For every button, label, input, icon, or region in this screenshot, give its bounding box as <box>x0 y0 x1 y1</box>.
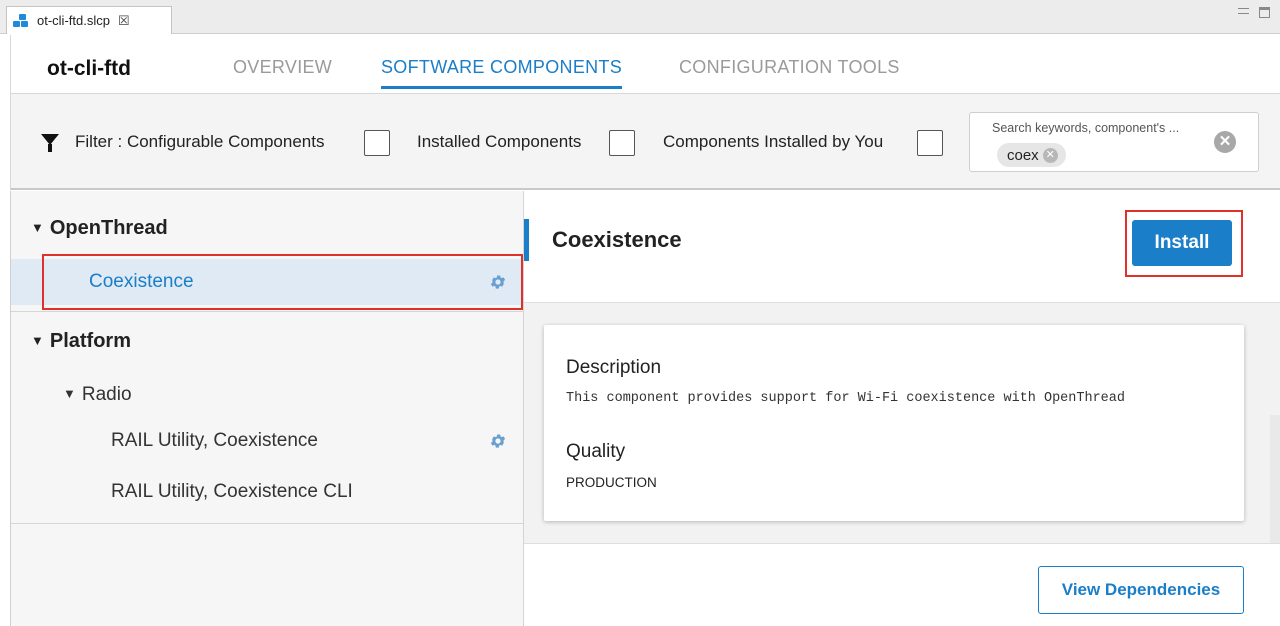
component-title: Coexistence <box>552 227 682 252</box>
tree-item-rail-utility-coexistence-cli[interactable]: RAIL Utility, Coexistence CLI <box>11 469 524 515</box>
configurable-components-checkbox[interactable] <box>364 130 390 156</box>
tree-subcategory-radio[interactable]: ▼ Radio <box>63 384 132 406</box>
tree-item-label: RAIL Utility, Coexistence CLI <box>111 481 353 502</box>
tree-item-rail-utility-coexistence[interactable]: RAIL Utility, Coexistence <box>11 418 524 464</box>
project-title: ot-cli-ftd <box>47 57 131 80</box>
installed-by-you-checkbox[interactable] <box>917 130 943 156</box>
tree-category-label: OpenThread <box>49 217 168 239</box>
search-input[interactable]: Search keywords, component's ... coex ✕ … <box>969 112 1259 172</box>
details-footer: View Dependencies <box>524 543 1280 626</box>
maximize-icon[interactable] <box>1259 7 1270 18</box>
expand-triangle-icon: ▼ <box>63 386 76 401</box>
tree-category-openthread[interactable]: ▼ OpenThread <box>31 217 168 240</box>
editor-tab-bar: ot-cli-ftd.slcp ☒ <box>0 0 1280 34</box>
view-dependencies-button[interactable]: View Dependencies <box>1038 566 1244 614</box>
install-highlight-box <box>1125 210 1243 277</box>
filter-icon-stem <box>48 144 52 152</box>
details-card-area: Description This component provides supp… <box>524 303 1280 626</box>
close-tab-icon[interactable]: ☒ <box>118 13 130 29</box>
installed-components-checkbox[interactable] <box>609 130 635 156</box>
tree-item-label: RAIL Utility, Coexistence <box>111 430 318 451</box>
filter-configurable-label: Filter : Configurable Components <box>75 132 325 151</box>
quality-heading: Quality <box>566 441 626 462</box>
gear-icon[interactable] <box>489 432 507 450</box>
tab-overview[interactable]: OVERVIEW <box>233 57 332 86</box>
editor-tab-slcp[interactable]: ot-cli-ftd.slcp ☒ <box>6 6 172 34</box>
description-heading: Description <box>566 357 662 378</box>
tab-software-components[interactable]: SOFTWARE COMPONENTS <box>381 57 623 89</box>
chip-remove-icon[interactable]: ✕ <box>1042 147 1058 163</box>
installed-components-label: Installed Components <box>417 132 582 151</box>
header-accent-bar <box>524 219 529 261</box>
tree-category-label: Platform <box>49 330 131 352</box>
expand-triangle-icon: ▼ <box>31 333 44 348</box>
component-details-pane: Coexistence Install Description This com… <box>523 191 1280 626</box>
tree-separator <box>11 311 524 312</box>
installed-by-you-label: Components Installed by You <box>663 132 884 151</box>
tree-separator <box>11 523 524 524</box>
search-placeholder: Search keywords, component's ... <box>992 121 1180 135</box>
component-info-card: Description This component provides supp… <box>544 325 1244 521</box>
search-chip: coex ✕ <box>997 143 1066 167</box>
minimize-icon[interactable] <box>1238 8 1249 14</box>
tree-category-platform[interactable]: ▼ Platform <box>31 330 131 353</box>
project-header: ot-cli-ftd OVERVIEW SOFTWARE COMPONENTS … <box>10 35 1280 93</box>
expand-triangle-icon: ▼ <box>31 220 44 235</box>
tab-configuration-tools[interactable]: CONFIGURATION TOOLS <box>679 57 900 86</box>
description-text: This component provides support for Wi-F… <box>566 391 1125 406</box>
filter-bar: Filter : Configurable Components Install… <box>10 93 1280 190</box>
project-file-icon <box>13 13 33 28</box>
tree-subcategory-label: Radio <box>81 384 132 405</box>
search-chip-label: coex <box>1007 146 1039 164</box>
window-controls <box>1238 4 1270 18</box>
quality-value: PRODUCTION <box>566 475 657 490</box>
component-header: Coexistence Install <box>524 191 1280 303</box>
selection-highlight-box <box>42 254 523 310</box>
editor-tab-label: ot-cli-ftd.slcp <box>37 13 110 28</box>
clear-search-icon[interactable]: ✕ <box>1214 131 1236 153</box>
